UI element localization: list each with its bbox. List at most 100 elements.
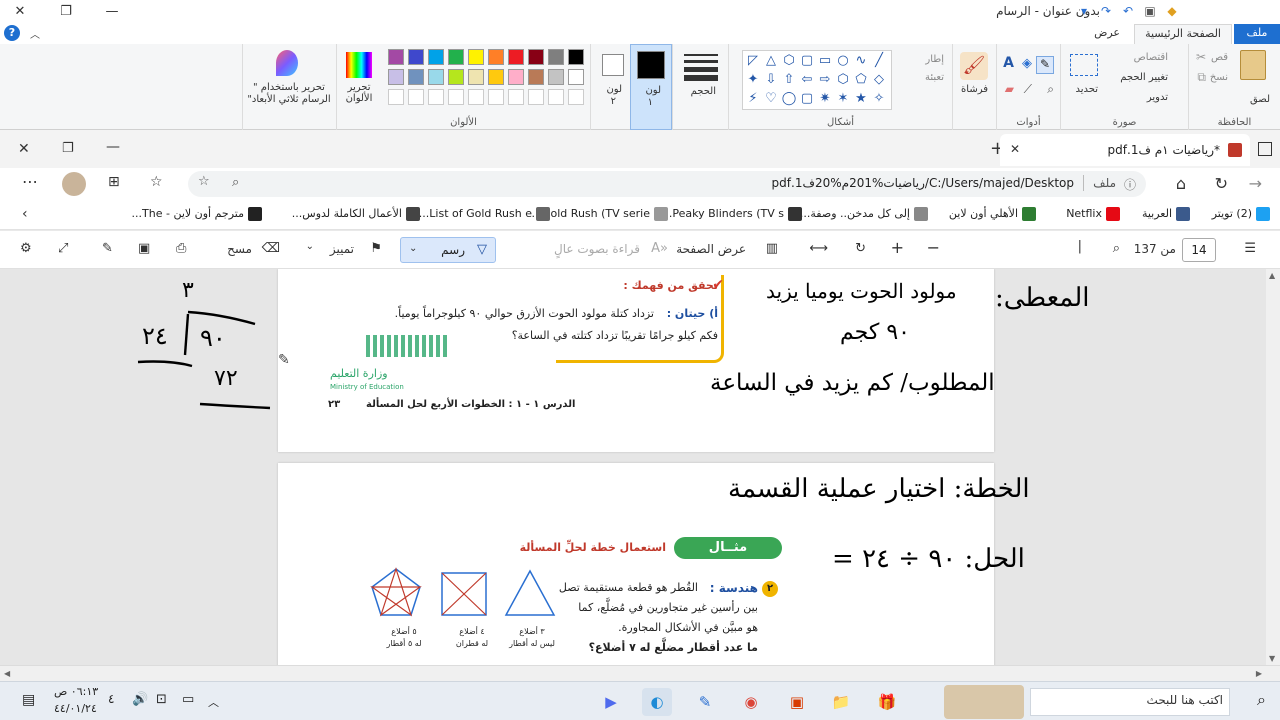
palette-swatch[interactable] <box>488 49 504 65</box>
triangle-shape-icon[interactable]: △ <box>763 53 779 69</box>
custom-color-slot[interactable] <box>488 89 504 105</box>
paint-taskbar-icon[interactable]: ✎ <box>690 688 720 716</box>
paint3d-icon[interactable] <box>276 50 298 76</box>
camera-icon[interactable]: ▶ <box>596 688 626 716</box>
select-button[interactable]: تحديد <box>1075 84 1098 95</box>
fill-button[interactable]: تعبئة <box>925 72 944 83</box>
settings-gear-icon[interactable]: ⚙ <box>20 241 32 256</box>
zoom-icon[interactable]: ⌕ <box>232 175 239 190</box>
palette-swatch[interactable] <box>488 69 504 85</box>
custom-color-slot[interactable] <box>448 89 464 105</box>
custom-color-slot[interactable] <box>568 89 584 105</box>
zoom-in-icon[interactable]: + <box>891 238 904 257</box>
eraser-icon[interactable]: ▰ <box>1005 82 1014 96</box>
minimize-icon[interactable]: — <box>106 139 120 155</box>
palette-swatch[interactable] <box>388 69 404 85</box>
qat-dropdown-icon[interactable]: ▾ <box>1076 3 1092 19</box>
chrome-icon[interactable]: ◉ <box>736 688 766 716</box>
up-arrow-shape-icon[interactable]: ⇧ <box>781 72 797 88</box>
favorite-item[interactable]: Netflix <box>1066 207 1120 221</box>
shapes-gallery[interactable]: ╱ ∿ ○ ▭ ▢ ⬡ △ ◸ ◇ ⬠ ⬡ ⇨ ⇦ ⇧ ⇩ ✦ ✧ ★ ✶ ✷ ▢ ◯ ♡ ⚡ <box>742 50 892 110</box>
zoom-out-icon[interactable]: − <box>927 238 940 257</box>
page-number-input[interactable]: 14 <box>1182 238 1216 262</box>
rotate-button[interactable]: تدوير <box>1147 92 1168 103</box>
four-point-star-shape-icon[interactable]: ✦ <box>745 72 761 88</box>
copy-button[interactable]: نسخ <box>1210 72 1228 83</box>
palette-swatch[interactable] <box>468 49 484 65</box>
restore-icon[interactable]: ❐ <box>62 141 74 156</box>
avatar[interactable] <box>62 172 86 196</box>
file-explorer-icon[interactable]: 📁 <box>826 688 856 716</box>
clock-date[interactable]: ٤٤/٠١/٢٤ <box>54 702 97 715</box>
close-icon[interactable]: ✕ <box>18 141 30 157</box>
paste-button[interactable]: لصق <box>1250 94 1270 105</box>
palette-swatch[interactable] <box>408 69 424 85</box>
cut-button[interactable]: قص <box>1211 52 1228 63</box>
favorite-item[interactable]: الأهلي أون لاين <box>949 207 1036 221</box>
fullscreen-icon[interactable]: ⤢ <box>58 241 68 256</box>
highlight-chevron-icon[interactable]: ⌄ <box>306 241 314 252</box>
search-icon[interactable]: ⌕ <box>1113 241 1120 256</box>
redo-icon[interactable]: ↷ <box>1098 3 1114 19</box>
page-view-button[interactable]: عرض الصفحة <box>676 242 746 256</box>
magnifier-icon[interactable]: ⌕ <box>1047 82 1054 97</box>
crop-button[interactable]: اقتصاص <box>1134 52 1168 63</box>
network-icon[interactable]: ▭ <box>182 692 194 707</box>
custom-color-slot[interactable] <box>428 89 444 105</box>
palette-swatch[interactable] <box>388 49 404 65</box>
erase-button[interactable]: مسح <box>227 242 252 256</box>
highlight-icon[interactable]: ⚑ <box>370 241 382 256</box>
close-icon[interactable]: ✕ <box>0 0 40 22</box>
fill-icon[interactable]: ◈ <box>1022 56 1032 71</box>
line-shape-icon[interactable]: ╱ <box>871 53 887 69</box>
palette-swatch[interactable] <box>568 69 584 85</box>
callout-shape-icon[interactable]: ✷ <box>817 91 833 107</box>
volume-icon[interactable]: 🔊 <box>132 692 148 707</box>
rounded-rect-shape-icon[interactable]: ▢ <box>799 53 815 69</box>
hexagon-shape-icon[interactable]: ⬡ <box>835 72 851 88</box>
rectangle-shape-icon[interactable]: ▭ <box>817 53 833 69</box>
pentagon-shape-icon[interactable]: ⬠ <box>853 72 869 88</box>
back-icon[interactable]: → <box>1249 174 1262 193</box>
taskbar-search[interactable]: اكتب هنا للبحث <box>1030 688 1230 716</box>
home-icon[interactable]: ⌂ <box>1176 174 1186 193</box>
palette-swatch[interactable] <box>428 69 444 85</box>
favorites-icon[interactable]: ☆ <box>150 174 163 190</box>
favorite-star-icon[interactable]: ☆ <box>198 174 210 189</box>
six-point-star-shape-icon[interactable]: ✶ <box>835 91 851 107</box>
page-view-icon[interactable]: ▥ <box>766 241 778 256</box>
curve-shape-icon[interactable]: ∿ <box>853 53 869 69</box>
rotate-icon[interactable]: ↻ <box>855 241 866 256</box>
brushes-button[interactable]: فرشاة <box>961 84 988 95</box>
close-tab-icon[interactable]: ✕ <box>1010 142 1020 156</box>
text-icon[interactable]: A <box>1003 55 1014 71</box>
contents-icon[interactable]: ☰ <box>1244 241 1256 256</box>
vertical-scrollbar[interactable]: ▲ ▼ <box>1266 269 1280 665</box>
tab-pdf[interactable]: *رياضيات ١م ف1.pdf ✕ <box>1000 134 1250 166</box>
custom-color-slot[interactable] <box>548 89 564 105</box>
tab-view[interactable]: عرض <box>1084 24 1130 44</box>
sidebar-toggle-icon[interactable] <box>1258 142 1272 156</box>
resize-button[interactable]: تغيير الحجم <box>1120 72 1168 83</box>
minimize-icon[interactable]: — <box>92 0 132 22</box>
select-icon[interactable] <box>1070 54 1098 76</box>
tab-file[interactable]: ملف <box>1234 24 1280 44</box>
favorite-item[interactable]: العربية <box>1142 207 1190 221</box>
brush-icon[interactable]: 🖌 <box>960 52 988 80</box>
outline-button[interactable]: إطار <box>925 54 944 65</box>
palette-swatch[interactable] <box>448 69 464 85</box>
chevron-up-icon[interactable]: ︿ <box>208 694 219 710</box>
palette-swatch[interactable] <box>428 49 444 65</box>
pencil-icon[interactable]: ✎ <box>1036 56 1054 74</box>
size-button[interactable] <box>684 75 718 81</box>
gift-icon[interactable]: 🎁 <box>872 688 902 716</box>
star-shape-icon[interactable]: ★ <box>853 91 869 107</box>
palette-swatch[interactable] <box>528 69 544 85</box>
five-point-star-shape-icon[interactable]: ✧ <box>871 91 887 107</box>
lightning-shape-icon[interactable]: ⚡ <box>745 91 761 107</box>
draw-button[interactable]: ▽ رسم ⌄ <box>400 237 496 263</box>
palette-swatch[interactable] <box>448 49 464 65</box>
fit-page-icon[interactable]: ⟷ <box>809 241 828 256</box>
palette-swatch[interactable] <box>548 69 564 85</box>
read-aloud-button[interactable]: قراءة بصوت عالٍ <box>554 242 640 256</box>
